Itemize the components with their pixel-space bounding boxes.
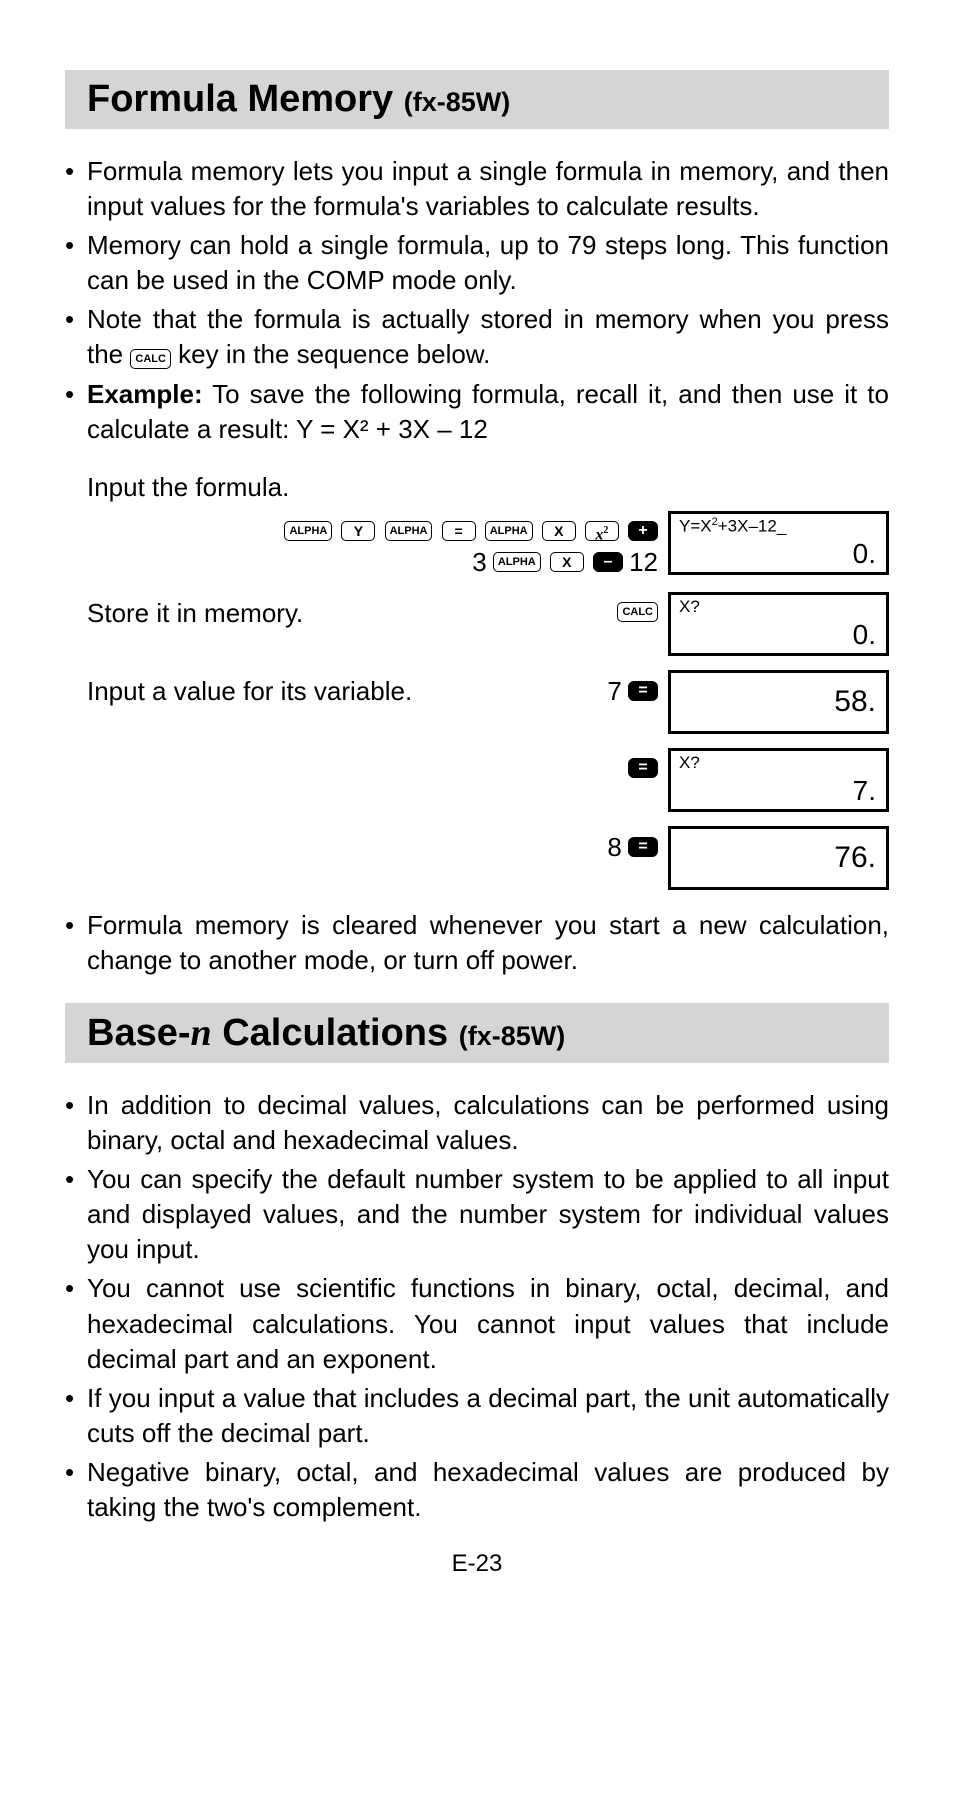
title-pre: Base- <box>87 1012 191 1054</box>
bullet-item: Formula memory lets you input a single f… <box>65 154 889 224</box>
alpha-key-icon: ALPHA <box>284 521 332 541</box>
bullet-item: Negative binary, octal, and hexadecimal … <box>65 1455 889 1525</box>
minus-key-icon: – <box>593 552 623 572</box>
plus-key-icon: + <box>628 521 658 541</box>
section-base-n-title: Base-n Calculations (fx-85W) <box>65 1003 889 1063</box>
formula-memory-bullets: Formula memory lets you input a single f… <box>65 154 889 447</box>
display-value: 58. <box>834 685 876 719</box>
title-model: (fx-85W) <box>404 87 511 117</box>
x-key-icon: X <box>550 552 584 572</box>
example-label: Example: <box>87 379 203 409</box>
key-sequence-4: = <box>628 748 668 780</box>
bullet-item: In addition to decimal values, calculati… <box>65 1088 889 1158</box>
calc-display-2: X? 0. <box>668 592 889 656</box>
calc-key-icon: CALC <box>130 349 171 369</box>
display-value: 0. <box>853 538 876 570</box>
title-post: Calculations <box>212 1012 459 1054</box>
equals-key-icon: = <box>442 521 476 541</box>
digit-7: 7 <box>607 676 621 706</box>
bullet-item: Memory can hold a single formula, up to … <box>65 228 889 298</box>
page-number: E-23 <box>65 1550 889 1578</box>
example-text: To save the following formula, recall it… <box>87 379 889 444</box>
alpha-key-icon: ALPHA <box>485 521 533 541</box>
key-sequence-2: CALC <box>617 592 668 624</box>
bullet-item: Formula memory is cleared whenever you s… <box>65 908 889 978</box>
display-value: 76. <box>834 841 876 875</box>
bullet-item: You cannot use scientific functions in b… <box>65 1271 889 1376</box>
x-squared-key-icon: x2 <box>585 521 619 541</box>
calc-display-5: 76. <box>668 826 889 890</box>
alpha-key-icon: ALPHA <box>493 552 541 572</box>
sequence-area: ALPHA Y ALPHA = ALPHA X x2 + 3 ALPHA X –… <box>87 511 889 890</box>
display-value: 7. <box>853 775 876 807</box>
calc-display-4: X? 7. <box>668 748 889 812</box>
title-n: n <box>191 1012 212 1054</box>
section-formula-memory-title: Formula Memory (fx-85W) <box>65 70 889 129</box>
display-top: X? <box>679 753 878 773</box>
example-bullet: Example: To save the following formula, … <box>65 377 889 447</box>
key-sequence-3: 7 = <box>607 670 668 707</box>
calc-display-3: 58. <box>668 670 889 734</box>
bullet-item: If you input a value that includes a dec… <box>65 1381 889 1451</box>
exe-key-icon: = <box>628 837 658 857</box>
digit-3: 3 <box>472 547 486 577</box>
title-model: (fx-85W) <box>459 1021 566 1051</box>
formula-memory-clear-bullet: Formula memory is cleared whenever you s… <box>65 908 889 978</box>
display-top: Y=X2+3X–12_ <box>679 516 878 537</box>
value-label: Input a value for its variable. <box>87 670 607 707</box>
key-sequence-1: ALPHA Y ALPHA = ALPHA X x2 + 3 ALPHA X –… <box>284 511 668 578</box>
display-top: X? <box>679 597 878 617</box>
x-key-icon: X <box>542 521 576 541</box>
calc-key-icon: CALC <box>617 602 658 622</box>
calc-display-1: Y=X2+3X–12_ 0. <box>668 511 889 575</box>
alpha-key-icon: ALPHA <box>385 521 433 541</box>
bullet-item: You can specify the default number syste… <box>65 1162 889 1267</box>
exe-key-icon: = <box>628 681 658 701</box>
key-sequence-5: 8 = <box>607 826 668 863</box>
digit-12: 12 <box>629 547 658 577</box>
base-n-bullets: In addition to decimal values, calculati… <box>65 1088 889 1525</box>
bullet3-post: key in the sequence below. <box>171 339 490 369</box>
title-main: Formula Memory <box>87 78 404 120</box>
store-label: Store it in memory. <box>87 592 617 629</box>
y-key-icon: Y <box>341 521 375 541</box>
digit-8: 8 <box>607 832 621 862</box>
input-formula-label: Input the formula. <box>87 472 889 503</box>
exe-key-icon: = <box>628 758 658 778</box>
bullet-item: Note that the formula is actually stored… <box>65 302 889 372</box>
display-value: 0. <box>853 619 876 651</box>
